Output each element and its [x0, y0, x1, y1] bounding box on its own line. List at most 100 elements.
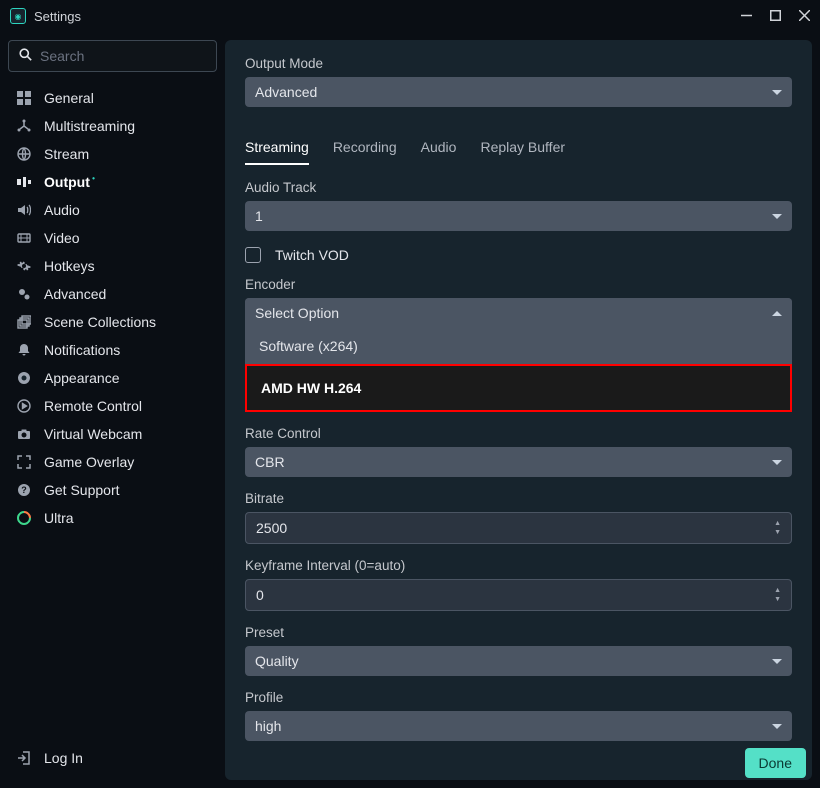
rate-control-label: Rate Control	[245, 426, 792, 441]
select-value: high	[255, 718, 281, 734]
sidebar-item-scene-collections[interactable]: Scene Collections	[8, 308, 217, 336]
tab-recording[interactable]: Recording	[333, 131, 397, 165]
input-value: 2500	[256, 520, 287, 536]
sidebar-item-output[interactable]: Output	[8, 168, 217, 196]
encoder-option-software[interactable]: Software (x264)	[245, 328, 792, 364]
collections-icon	[16, 314, 32, 330]
output-tabs: Streaming Recording Audio Replay Buffer	[245, 131, 792, 166]
spinner-down-icon[interactable]: ▼	[774, 596, 781, 603]
close-icon[interactable]	[799, 9, 810, 24]
audio-track-label: Audio Track	[245, 180, 792, 195]
sidebar-item-label: General	[44, 90, 94, 106]
chevron-down-icon	[772, 724, 782, 729]
sidebar-item-appearance[interactable]: Appearance	[8, 364, 217, 392]
chevron-down-icon	[772, 214, 782, 219]
keyframe-input[interactable]: 0 ▲ ▼	[245, 579, 792, 611]
select-placeholder: Select Option	[255, 305, 339, 321]
sidebar-item-label: Remote Control	[44, 398, 142, 414]
tab-replay-buffer[interactable]: Replay Buffer	[480, 131, 565, 165]
output-mode-label: Output Mode	[245, 56, 792, 71]
sidebar-item-label: Video	[44, 230, 80, 246]
sidebar-item-label: Advanced	[44, 286, 106, 302]
camera-icon	[16, 426, 32, 442]
gears-icon	[16, 286, 32, 302]
bell-icon	[16, 342, 32, 358]
select-value: CBR	[255, 454, 285, 470]
sidebar-item-game-overlay[interactable]: Game Overlay	[8, 448, 217, 476]
sidebar-item-hotkeys[interactable]: Hotkeys	[8, 252, 217, 280]
encoder-label: Encoder	[245, 277, 792, 292]
appearance-icon	[16, 370, 32, 386]
sidebar-item-remote-control[interactable]: Remote Control	[8, 392, 217, 420]
encoder-select[interactable]: Select Option Software (x264) AMD HW H.2…	[245, 298, 792, 412]
expand-icon	[16, 454, 32, 470]
chevron-up-icon	[772, 311, 782, 316]
select-value: Advanced	[255, 84, 317, 100]
tab-streaming[interactable]: Streaming	[245, 131, 309, 165]
audio-track-select[interactable]: 1	[245, 201, 792, 231]
sidebar-item-stream[interactable]: Stream	[8, 140, 217, 168]
output-mode-select[interactable]: Advanced	[245, 77, 792, 107]
titlebar: ◉ Settings	[0, 0, 820, 32]
tab-audio[interactable]: Audio	[421, 131, 457, 165]
sidebar-item-virtual-webcam[interactable]: Virtual Webcam	[8, 420, 217, 448]
sidebar-item-label: Audio	[44, 202, 80, 218]
maximize-icon[interactable]	[770, 9, 781, 24]
sidebar-item-label: Appearance	[44, 370, 120, 386]
sidebar-item-label: Virtual Webcam	[44, 426, 142, 442]
sidebar-item-label: Hotkeys	[44, 258, 95, 274]
multistream-icon	[16, 118, 32, 134]
sidebar: General Multistreaming Stream Output Aud…	[0, 32, 225, 788]
sidebar-item-label: Multistreaming	[44, 118, 135, 134]
sidebar-item-label: Get Support	[44, 482, 120, 498]
login-icon	[16, 750, 32, 766]
profile-label: Profile	[245, 690, 792, 705]
login-button[interactable]: Log In	[8, 744, 217, 772]
sidebar-item-advanced[interactable]: Advanced	[8, 280, 217, 308]
sidebar-item-general[interactable]: General	[8, 84, 217, 112]
search-field[interactable]	[40, 48, 206, 64]
twitch-vod-label: Twitch VOD	[275, 247, 349, 263]
encoder-option-amd[interactable]: AMD HW H.264	[245, 364, 792, 412]
sidebar-item-label: Scene Collections	[44, 314, 156, 330]
bitrate-input[interactable]: 2500 ▲ ▼	[245, 512, 792, 544]
search-input[interactable]	[8, 40, 217, 72]
select-value: 1	[255, 208, 263, 224]
sidebar-item-get-support[interactable]: ? Get Support	[8, 476, 217, 504]
rate-control-select[interactable]: CBR	[245, 447, 792, 477]
preset-label: Preset	[245, 625, 792, 640]
chevron-down-icon	[772, 460, 782, 465]
twitch-vod-checkbox[interactable]	[245, 247, 261, 263]
chevron-down-icon	[772, 90, 782, 95]
svg-text:?: ?	[21, 485, 27, 495]
sidebar-item-label: Game Overlay	[44, 454, 134, 470]
video-icon	[16, 230, 32, 246]
search-icon	[19, 48, 32, 64]
sidebar-item-label: Stream	[44, 146, 89, 162]
globe-icon	[16, 146, 32, 162]
sidebar-item-notifications[interactable]: Notifications	[8, 336, 217, 364]
spinner-up-icon[interactable]: ▲	[774, 587, 781, 594]
chevron-down-icon	[772, 659, 782, 664]
help-icon: ?	[16, 482, 32, 498]
sidebar-item-ultra[interactable]: Ultra	[8, 504, 217, 532]
minimize-icon[interactable]	[741, 9, 752, 24]
bitrate-label: Bitrate	[245, 491, 792, 506]
sidebar-item-video[interactable]: Video	[8, 224, 217, 252]
select-value: Quality	[255, 653, 299, 669]
spinner-down-icon[interactable]: ▼	[774, 529, 781, 536]
done-button[interactable]: Done	[745, 748, 806, 778]
ultra-icon	[16, 510, 32, 526]
sidebar-item-audio[interactable]: Audio	[8, 196, 217, 224]
keyframe-label: Keyframe Interval (0=auto)	[245, 558, 792, 573]
preset-select[interactable]: Quality	[245, 646, 792, 676]
sidebar-item-multistreaming[interactable]: Multistreaming	[8, 112, 217, 140]
play-icon	[16, 398, 32, 414]
input-value: 0	[256, 587, 264, 603]
grid-icon	[16, 90, 32, 106]
spinner-up-icon[interactable]: ▲	[774, 520, 781, 527]
login-label: Log In	[44, 750, 83, 766]
gear-icon	[16, 258, 32, 274]
output-icon	[16, 174, 32, 190]
profile-select[interactable]: high	[245, 711, 792, 741]
